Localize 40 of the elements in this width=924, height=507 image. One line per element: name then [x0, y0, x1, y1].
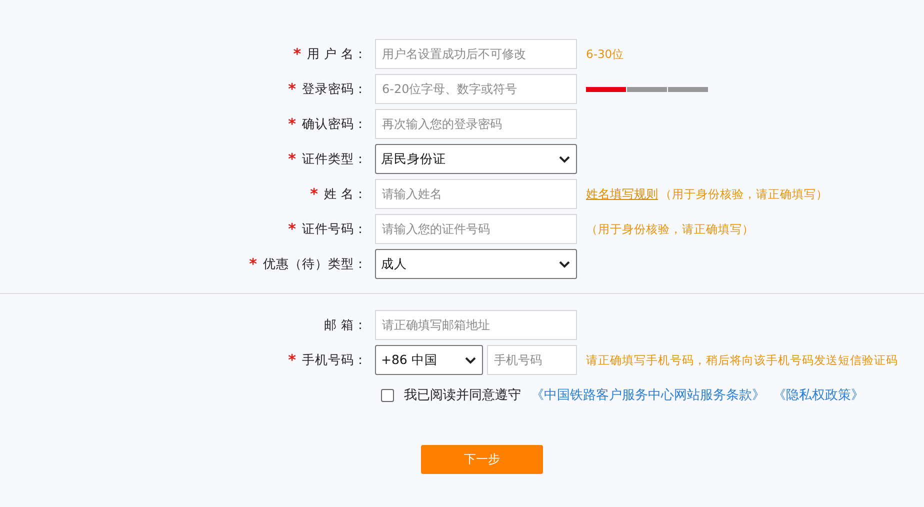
field-label: 姓 名： [324, 186, 367, 202]
field-label: 确认密码： [302, 116, 367, 132]
required-asterisk: * [288, 220, 296, 238]
required-asterisk: * [293, 45, 302, 63]
field-label: 手机号码： [302, 352, 367, 368]
input-field[interactable]: 6-20位字母、数字或符号 [375, 74, 577, 104]
agreement-text: 我已阅读并同意遵守 [404, 387, 521, 404]
phone-input-field[interactable]: 手机号码 [487, 345, 577, 375]
hint-text: （用于身份核验，请正确填写） [586, 222, 754, 236]
select-dropdown[interactable]: 居民身份证 [375, 144, 577, 174]
field-label: 用 户 名： [307, 46, 367, 62]
policy-link[interactable]: 《隐私权政策》 [773, 386, 864, 404]
required-asterisk: * [249, 255, 257, 273]
input-field[interactable]: 用户名设置成功后不可修改 [375, 39, 577, 69]
hint-text: 请正确填写手机号码，稍后将向该手机号码发送短信验证码 [586, 352, 898, 368]
agree-checkbox[interactable] [381, 388, 394, 402]
required-asterisk: * [310, 185, 318, 203]
chevron-down-icon [559, 260, 570, 268]
required-asterisk: * [288, 351, 296, 369]
next-step-button[interactable]: 下一步 [421, 445, 543, 474]
country-code-select[interactable]: +86 中国 [375, 345, 483, 375]
input-field[interactable]: 请输入姓名 [375, 179, 577, 209]
field-label: 优惠（待）类型： [263, 256, 367, 272]
chevron-down-icon [465, 356, 476, 364]
hint-text: 6-30位 [586, 46, 624, 62]
field-label: 证件号码： [302, 220, 367, 238]
chevron-down-icon [559, 156, 570, 162]
input-field[interactable]: 请输入您的证件号码 [375, 214, 577, 244]
input-field[interactable]: 再次输入您的登录密码 [375, 109, 577, 139]
required-asterisk: * [288, 80, 296, 98]
field-label: 邮 箱： [324, 316, 367, 334]
select-dropdown[interactable]: 成人 [375, 249, 577, 279]
hint-text: （用于身份核验，请正确填写） [660, 186, 828, 202]
required-asterisk: * [288, 115, 296, 133]
field-label: 登录密码： [302, 80, 367, 98]
field-label: 证件类型： [302, 150, 367, 168]
input-field[interactable]: 请正确填写邮箱地址 [375, 310, 577, 340]
required-asterisk: * [288, 150, 296, 168]
policy-link[interactable]: 《中国铁路客户服务中心网站服务条款》 [531, 386, 765, 404]
name-rules-link[interactable]: 姓名填写规则 [586, 186, 658, 202]
